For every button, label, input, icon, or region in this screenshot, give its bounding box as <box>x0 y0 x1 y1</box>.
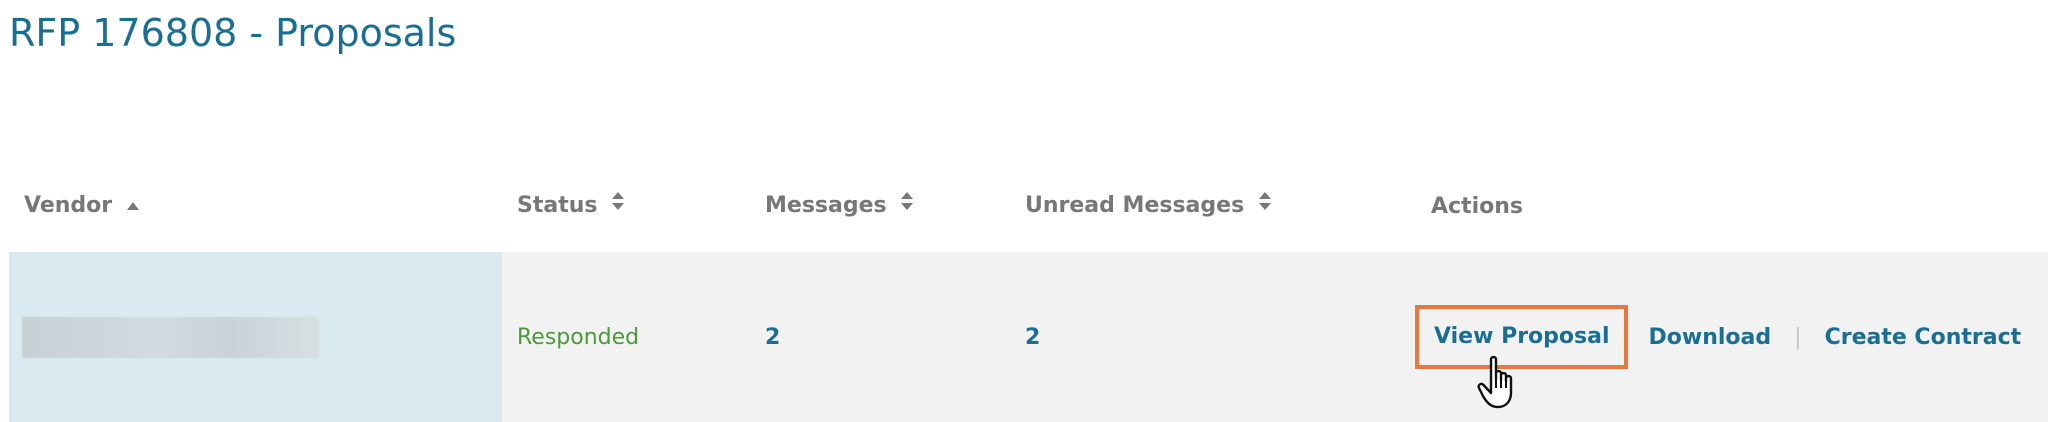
sort-icon <box>1258 191 1272 217</box>
unread-messages-cell: 2 <box>1010 252 1416 422</box>
column-header-label: Vendor <box>24 193 113 219</box>
table-row: Responded 2 2 View Proposal Download | C… <box>9 252 2048 422</box>
status-cell: Responded <box>502 252 750 422</box>
column-header-label: Messages <box>765 193 887 218</box>
proposals-table: Vendor Status Messages Unread Messages A… <box>9 160 2048 422</box>
vendor-name-redacted <box>22 316 319 358</box>
unread-messages-count-link[interactable]: 2 <box>1025 325 1040 350</box>
sort-icon <box>900 191 914 217</box>
status-text: Responded <box>517 324 640 350</box>
download-link[interactable]: Download <box>1649 325 1772 350</box>
messages-count-link[interactable]: 2 <box>765 325 780 350</box>
vendor-cell <box>9 252 502 422</box>
action-separator: | <box>1794 324 1802 350</box>
view-proposal-highlight: View Proposal <box>1415 305 1628 409</box>
sort-icon <box>611 191 625 217</box>
column-header-messages[interactable]: Messages <box>750 160 1010 252</box>
column-header-label: Unread Messages <box>1025 193 1245 218</box>
column-header-unread-messages[interactable]: Unread Messages <box>1010 160 1416 252</box>
column-header-actions: Actions <box>1416 160 2048 252</box>
column-header-status[interactable]: Status <box>502 160 750 252</box>
view-proposal-link[interactable]: View Proposal <box>1434 324 1610 349</box>
column-header-vendor[interactable]: Vendor <box>9 160 502 252</box>
table-header-row: Vendor Status Messages Unread Messages A… <box>9 160 2048 252</box>
messages-cell: 2 <box>750 252 1010 422</box>
column-header-label: Actions <box>1431 193 1523 219</box>
column-header-label: Status <box>517 193 598 218</box>
create-contract-link[interactable]: Create Contract <box>1825 325 2022 350</box>
caret-up-icon <box>126 192 140 217</box>
actions-cell: View Proposal Download | Create Contract <box>1415 252 2048 422</box>
hand-pointer-cursor-icon <box>1477 355 1521 411</box>
page-title: RFP 176808 - Proposals <box>9 11 457 55</box>
